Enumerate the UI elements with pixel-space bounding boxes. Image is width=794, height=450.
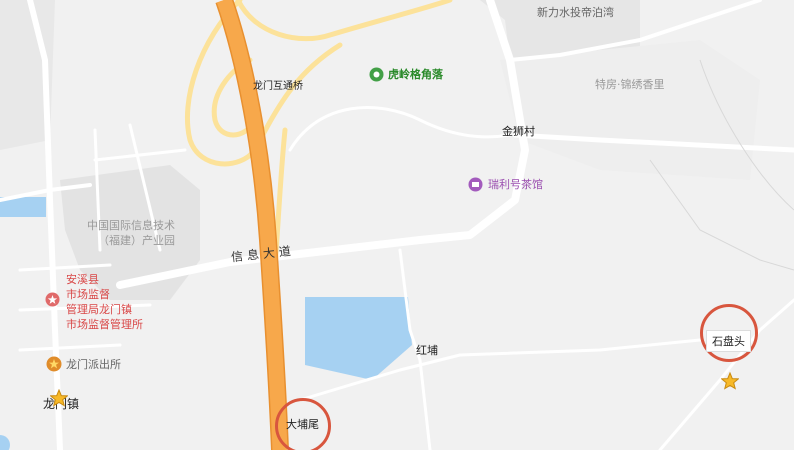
map-canvas[interactable]: 新力水投帝泊湾 虎岭格角落 龙门互通桥 特房·锦绣香里 金狮村 瑞利号茶馆 中国…	[0, 0, 794, 450]
label-info-park-1: 中国国际信息技术	[87, 219, 175, 232]
ramp-connector	[252, 42, 343, 153]
label-info-park-2: （福建）产业园	[98, 234, 175, 247]
yellow-star-town-icon[interactable]	[50, 389, 68, 407]
road-park-grid3	[93, 148, 187, 162]
purple-circle-poi-icon[interactable]	[468, 177, 483, 192]
yellow-star-marker-icon[interactable]	[721, 372, 739, 390]
lake	[305, 297, 412, 380]
label-longmen-interchange: 龙门互通桥	[253, 81, 303, 92]
ramp-north-loop	[235, 0, 453, 42]
label-anxi-2[interactable]: 市场监督	[66, 287, 110, 302]
label-anxi-4[interactable]: 市场监督管理所	[66, 317, 143, 332]
green-circle-poi-icon[interactable]	[369, 67, 384, 82]
callout-shipantou[interactable]: 石盘头	[706, 330, 751, 352]
label-xinlishui: 新力水投帝泊湾	[537, 6, 614, 19]
red-star-poi-icon[interactable]	[45, 292, 60, 307]
label-dapuwei[interactable]: 大埔尾	[286, 418, 319, 431]
label-hongpu: 红埔	[416, 344, 438, 357]
label-ruili[interactable]: 瑞利号茶馆	[488, 178, 543, 191]
road-curve-hill	[288, 106, 512, 152]
label-hulingge[interactable]: 虎岭格角落	[388, 68, 443, 81]
pond-sw	[0, 435, 10, 450]
label-anxi-3[interactable]: 管理局龙门镇	[66, 302, 132, 317]
orange-police-star-icon[interactable]	[46, 356, 62, 372]
label-anxi-1[interactable]: 安溪县	[66, 272, 99, 287]
label-jinshicun: 金狮村	[502, 125, 535, 138]
label-police[interactable]: 龙门派出所	[66, 358, 121, 371]
label-tefang: 特房·锦绣香里	[595, 78, 665, 91]
